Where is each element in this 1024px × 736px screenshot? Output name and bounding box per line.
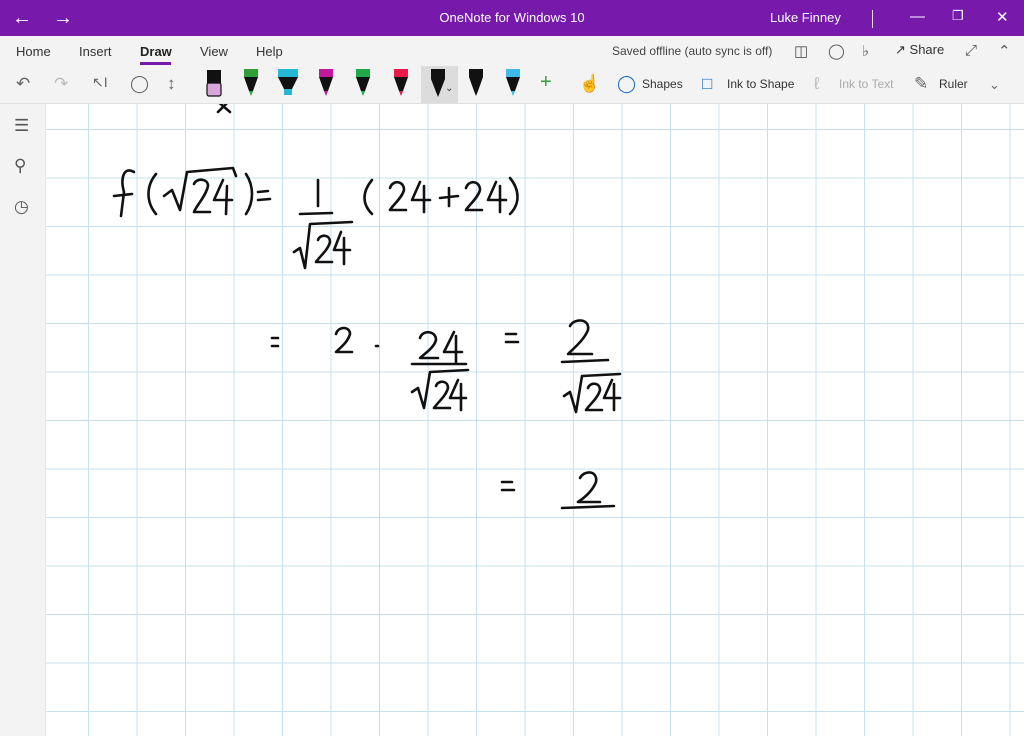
restore-icon[interactable]: ❐ (952, 8, 964, 24)
ink-replay-icon[interactable]: ☝ (579, 74, 600, 94)
add-pen-icon[interactable]: + (540, 71, 552, 94)
bell-icon[interactable]: ♭ (862, 42, 869, 60)
ruler-icon[interactable]: ✎ (914, 74, 928, 94)
close-icon[interactable]: ✕ (996, 8, 1009, 26)
black-pen-icon[interactable] (464, 67, 488, 99)
tab-insert[interactable]: Insert (79, 44, 112, 59)
magenta-pen-icon[interactable] (314, 67, 338, 99)
ink-to-text-button[interactable]: Ink to Text (839, 77, 893, 91)
cyan-highlighter-icon[interactable] (276, 67, 300, 99)
collapse-ribbon-icon[interactable]: ⌃ (998, 42, 1011, 60)
type-select-icon[interactable]: ↖I (92, 74, 108, 91)
eraser-icon[interactable] (202, 67, 226, 99)
tab-home[interactable]: Home (16, 44, 51, 59)
lasso-select-icon[interactable]: ◯ (130, 74, 149, 94)
sync-status: Saved offline (auto sync is off) (612, 44, 773, 58)
green-pen-2-icon[interactable] (351, 67, 375, 99)
shapes-button[interactable]: Shapes (642, 77, 683, 91)
title-bar: ← → OneNote for Windows 10 Luke Finney —… (0, 0, 1024, 36)
handwritten-ink (112, 104, 622, 510)
ink-to-text-icon: ℓ (814, 74, 820, 93)
expand-icon[interactable]: ⤢ (965, 42, 977, 59)
undo-icon[interactable]: ↶ (16, 74, 30, 94)
notebook-icon[interactable]: ◫ (794, 42, 808, 60)
title-separator (872, 10, 873, 28)
menu-bar: Home Insert Draw View Help Saved offline… (0, 36, 1024, 66)
tab-view[interactable]: View (200, 44, 228, 59)
tab-help[interactable]: Help (256, 44, 283, 59)
light-blue-pen-icon[interactable] (501, 67, 525, 99)
add-space-icon[interactable]: ↕ (167, 74, 176, 94)
draw-toolbar: ↶ ↷ ↖I ◯ ↕ ⌄ + ☝ ◯ Shapes □ Ink to Shape… (0, 66, 1024, 104)
ruler-button[interactable]: Ruler (939, 77, 968, 91)
red-pen-icon[interactable] (389, 67, 413, 99)
recent-clock-icon[interactable]: ◷ (14, 197, 29, 217)
search-icon[interactable]: ⚲ (14, 156, 26, 176)
ink-to-shape-button[interactable]: Ink to Shape (727, 77, 794, 91)
green-pen-icon[interactable] (239, 67, 263, 99)
pen-options-chevron-icon[interactable]: ⌄ (445, 83, 453, 94)
tab-draw[interactable]: Draw (140, 44, 172, 59)
navigation-rail: ☰ ⚲ ◷ (0, 104, 46, 736)
active-tab-indicator (140, 62, 171, 65)
window-title: OneNote for Windows 10 (439, 10, 585, 25)
lightbulb-icon[interactable]: ◯ (828, 42, 845, 60)
share-button[interactable]: ↗ Share (895, 42, 944, 58)
notebooks-icon[interactable]: ☰ (14, 116, 29, 136)
share-icon: ↗ (895, 42, 906, 57)
minimize-icon[interactable]: — (910, 8, 925, 25)
note-page-canvas[interactable] (46, 104, 1024, 736)
redo-icon[interactable]: ↷ (54, 74, 68, 94)
ink-to-shape-icon[interactable]: □ (702, 74, 712, 94)
user-name[interactable]: Luke Finney (770, 10, 841, 25)
shapes-icon[interactable]: ◯ (617, 74, 636, 94)
toolbar-more-chevron-icon[interactable]: ⌄ (989, 77, 1000, 93)
